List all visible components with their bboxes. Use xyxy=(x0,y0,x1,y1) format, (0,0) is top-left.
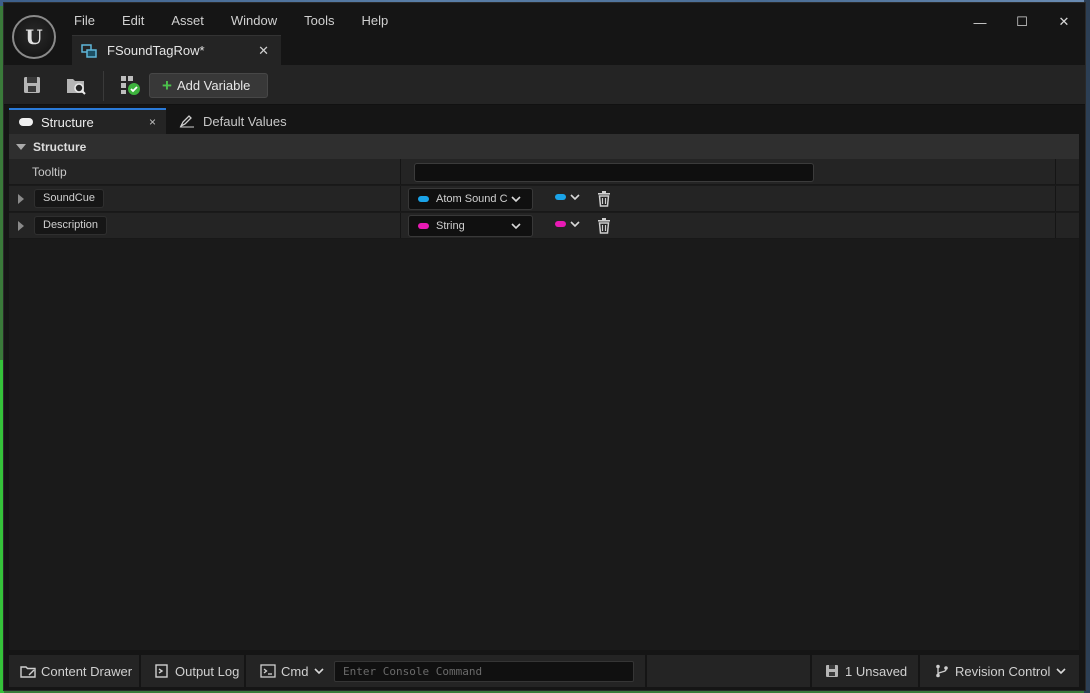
structure-tab-icon xyxy=(19,118,33,126)
toolbar-separator xyxy=(103,71,104,101)
status-separator xyxy=(918,655,920,687)
menu-file[interactable]: File xyxy=(66,11,103,33)
document-tab[interactable]: FSoundTagRow* ✕ xyxy=(72,35,281,65)
variable-name-field[interactable]: SoundCue xyxy=(34,189,104,208)
close-window-button[interactable]: ✕ xyxy=(1043,7,1085,37)
tab-default-values[interactable]: Default Values xyxy=(171,108,301,134)
title-bar: U File Edit Asset Window Tools Help — ☐ … xyxy=(4,3,1085,65)
status-separator xyxy=(810,655,812,687)
menu-window[interactable]: Window xyxy=(223,11,285,33)
column-divider xyxy=(1055,213,1056,238)
tooltip-label: Tooltip xyxy=(32,165,67,179)
menu-help[interactable]: Help xyxy=(353,11,396,33)
object-type-pin-icon xyxy=(418,196,429,202)
menu-bar: File Edit Asset Window Tools Help xyxy=(66,11,397,33)
save-icon[interactable] xyxy=(21,74,43,96)
single-container-icon xyxy=(555,194,566,200)
chevron-down-icon xyxy=(511,196,521,203)
revision-control-label: Revision Control xyxy=(955,663,1051,679)
add-variable-label: Add Variable xyxy=(176,78,251,93)
maximize-button[interactable]: ☐ xyxy=(1001,7,1043,37)
column-divider xyxy=(1055,159,1056,184)
menu-tools[interactable]: Tools xyxy=(296,11,342,33)
variable-type-label: Atom Sound C xyxy=(436,193,508,205)
window-controls: — ☐ ✕ xyxy=(959,7,1085,37)
variable-row: SoundCue Atom Sound C xyxy=(9,186,1079,212)
content-drawer-icon xyxy=(20,666,36,678)
tooltip-row: Tooltip xyxy=(9,159,1079,185)
output-log-label: Output Log xyxy=(175,663,240,679)
apply-checked-icon[interactable] xyxy=(119,74,141,96)
delete-icon[interactable] xyxy=(597,191,611,207)
expand-arrow-icon[interactable] xyxy=(18,221,24,231)
revision-control-dropdown[interactable]: Revision Control xyxy=(934,655,1066,687)
variable-type-label: String xyxy=(436,220,465,232)
struct-asset-icon xyxy=(81,43,97,58)
status-separator xyxy=(139,655,141,687)
column-divider xyxy=(1055,186,1056,211)
variable-type-dropdown[interactable]: String xyxy=(408,215,533,237)
status-separator xyxy=(244,655,246,687)
chevron-down-icon xyxy=(570,221,580,228)
document-tab-label: FSoundTagRow* xyxy=(107,43,205,58)
cmd-dropdown[interactable]: Cmd xyxy=(260,655,325,687)
menu-asset[interactable]: Asset xyxy=(163,11,212,33)
close-tab-icon[interactable]: ✕ xyxy=(258,43,269,59)
editor-window: U File Edit Asset Window Tools Help — ☐ … xyxy=(3,2,1086,691)
minimize-button[interactable]: — xyxy=(959,7,1001,37)
add-icon: + xyxy=(162,76,172,95)
revision-control-icon xyxy=(936,664,948,678)
edit-pencil-icon xyxy=(179,115,194,128)
string-type-pin-icon xyxy=(418,223,429,229)
output-log-icon xyxy=(155,664,168,678)
chevron-down-icon xyxy=(511,223,521,230)
container-type-dropdown[interactable] xyxy=(555,192,580,202)
chevron-down-icon xyxy=(1056,668,1066,675)
unreal-logo-icon: U xyxy=(12,15,56,59)
column-splitter[interactable] xyxy=(400,186,401,211)
console-command-input[interactable]: Enter Console Command xyxy=(334,661,634,682)
add-variable-button[interactable]: + Add Variable xyxy=(149,73,268,98)
tab-structure[interactable]: Structure × xyxy=(9,108,166,134)
terminal-icon xyxy=(260,664,276,678)
status-separator xyxy=(645,655,647,687)
variable-row: Description String xyxy=(9,213,1079,239)
chevron-down-icon xyxy=(314,668,325,675)
status-bar: Content Drawer Output Log Cmd Enter Cons… xyxy=(9,655,1079,687)
unsaved-button[interactable]: 1 Unsaved xyxy=(824,655,907,687)
close-icon[interactable]: × xyxy=(149,115,156,129)
column-splitter[interactable] xyxy=(400,159,401,184)
unsaved-label: 1 Unsaved xyxy=(845,663,908,679)
output-log-button[interactable]: Output Log xyxy=(154,655,239,687)
collapse-arrow-icon[interactable] xyxy=(16,143,26,150)
chevron-down-icon xyxy=(570,194,580,201)
variable-name-field[interactable]: Description xyxy=(34,216,108,235)
tab-default-values-label: Default Values xyxy=(203,113,287,129)
browse-asset-icon[interactable] xyxy=(65,74,87,96)
content-drawer-button[interactable]: Content Drawer xyxy=(20,655,132,687)
single-container-icon xyxy=(555,221,566,227)
toolbar: + Add Variable xyxy=(4,65,1085,105)
delete-icon[interactable] xyxy=(597,218,611,234)
menu-edit[interactable]: Edit xyxy=(114,11,152,33)
container-type-dropdown[interactable] xyxy=(555,219,580,229)
column-splitter[interactable] xyxy=(400,213,401,238)
category-title: Structure xyxy=(33,139,87,154)
variable-type-dropdown[interactable]: Atom Sound C xyxy=(408,188,533,210)
tab-structure-label: Structure xyxy=(41,114,94,130)
structure-details-panel: Structure Tooltip SoundCue Atom Sound C xyxy=(9,134,1079,650)
content-drawer-label: Content Drawer xyxy=(41,663,133,679)
category-header-structure[interactable]: Structure xyxy=(9,134,1079,159)
panel-tab-bar: Structure × Default Values xyxy=(9,108,1079,134)
cmd-label: Cmd xyxy=(281,663,309,679)
tooltip-input[interactable] xyxy=(414,163,814,182)
expand-arrow-icon[interactable] xyxy=(18,194,24,204)
unsaved-save-icon xyxy=(826,665,838,677)
